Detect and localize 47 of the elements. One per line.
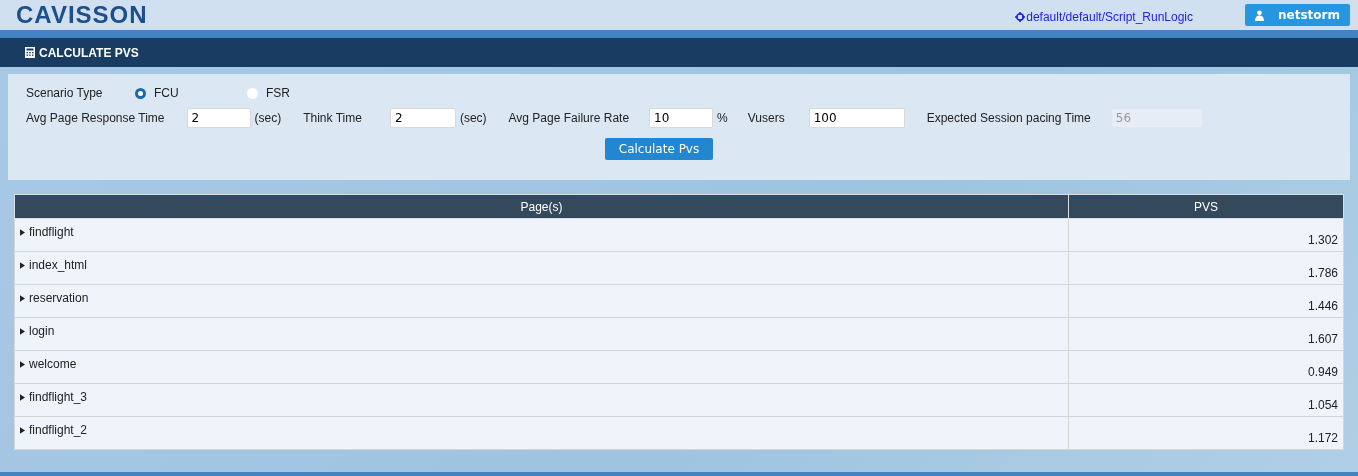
- tree-row-toggle[interactable]: login: [20, 324, 55, 338]
- field-label: Scenario Type: [26, 86, 104, 100]
- table-cell: 1.054: [1068, 383, 1344, 417]
- table-cell: 1.172: [1068, 416, 1344, 450]
- column-header: PVS: [1068, 194, 1344, 219]
- input-field[interactable]: 100: [808, 108, 905, 128]
- page-title: CALCULATE PVS: [39, 45, 139, 60]
- radio-option[interactable]: FSR: [247, 86, 359, 100]
- input-field[interactable]: 2: [389, 108, 456, 128]
- field-label: Expected Session pacing Time: [926, 111, 1091, 125]
- tree-row-toggle[interactable]: findflight_3: [20, 390, 88, 404]
- tree-row-toggle[interactable]: index_html: [20, 258, 88, 272]
- tree-row-toggle[interactable]: reservation: [20, 291, 89, 305]
- input-field[interactable]: 2: [186, 108, 251, 128]
- caret-right-icon: [20, 294, 25, 302]
- field-label: Vusers: [747, 111, 785, 125]
- input-field[interactable]: 10: [649, 108, 714, 128]
- radio-button[interactable]: [247, 87, 258, 99]
- tree-row-toggle[interactable]: findflight_2: [20, 423, 88, 437]
- unit-label: (sec): [254, 111, 282, 125]
- logo: CAVISSON: [16, 1, 148, 29]
- table-cell: 0.949: [1068, 350, 1344, 384]
- table-cell: 1.302: [1068, 218, 1344, 252]
- user-icon: [1255, 9, 1265, 21]
- calculate-button[interactable]: Calculate Pvs: [604, 138, 714, 160]
- crosshair-icon: [1015, 12, 1026, 22]
- field-label: Avg Page Failure Rate: [508, 111, 630, 125]
- unit-label: (sec): [459, 111, 487, 125]
- unit-label: %: [717, 111, 728, 125]
- caret-right-icon: [20, 228, 25, 236]
- table-cell: 1.446: [1068, 284, 1344, 318]
- field-label: Avg Page Response Time: [26, 111, 165, 125]
- table-cell: 1.786: [1068, 251, 1344, 285]
- caret-right-icon: [20, 360, 25, 368]
- caret-right-icon: [20, 327, 25, 335]
- caret-right-icon: [20, 393, 25, 401]
- tree-row-toggle[interactable]: welcome: [20, 357, 77, 371]
- table-cell: 1.607: [1068, 317, 1344, 351]
- column-header: Page(s): [14, 194, 1069, 219]
- tree-row-toggle[interactable]: findflight: [20, 225, 74, 239]
- radio-button[interactable]: [135, 87, 146, 99]
- calculator-icon: [25, 47, 35, 58]
- script-path-link[interactable]: default/default/Script_RunLogic: [1015, 10, 1194, 24]
- field-label: Think Time: [303, 111, 362, 125]
- radio-option[interactable]: FCU: [135, 86, 247, 100]
- caret-right-icon: [20, 261, 25, 269]
- caret-right-icon: [20, 426, 25, 434]
